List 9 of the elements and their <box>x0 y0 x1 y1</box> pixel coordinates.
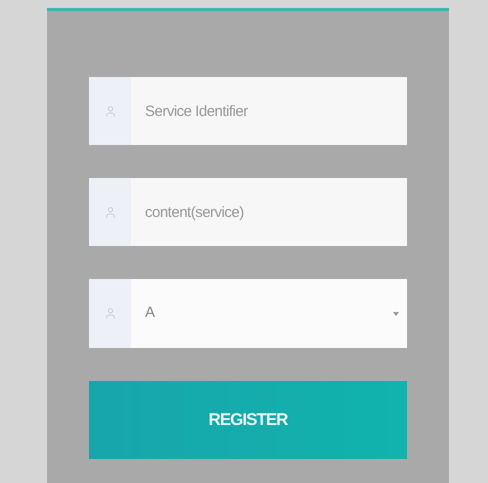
caret-icon <box>393 312 399 316</box>
text-field[interactable]: content(service) <box>131 178 407 246</box>
person-icon <box>104 104 116 118</box>
person-icon <box>104 307 116 320</box>
person-icon <box>104 206 116 218</box>
select-value: A <box>145 303 156 324</box>
select-field[interactable]: A <box>89 279 407 348</box>
register-button[interactable]: REGISTER <box>89 381 407 459</box>
text-field[interactable]: Service Identifier <box>131 77 407 145</box>
